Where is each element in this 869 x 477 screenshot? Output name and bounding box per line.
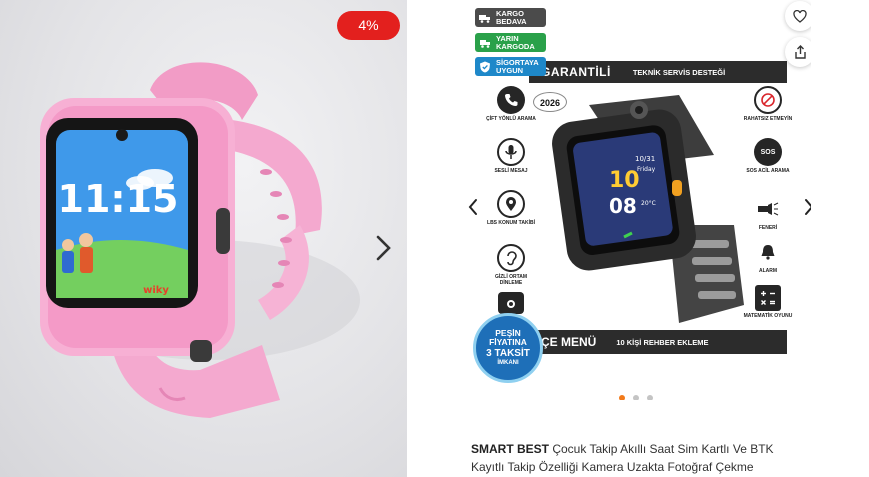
promo-line-1: PEŞİN FİYATINA [489,328,527,347]
feature-label: RAHATSIZ ETMEYİN [743,116,793,122]
heart-icon [793,9,807,23]
feature-ambient-listening: GİZLİ ORTAM DİNLEME [486,244,536,286]
product-image-carousel[interactable]: 10 08 10/31 Friday 20°C 2026 GARANTİLİ T… [459,0,811,400]
location-pin-icon [497,190,525,218]
carousel-dot[interactable] [633,395,639,400]
microphone-icon [497,138,525,166]
no-call-icon [754,86,782,114]
year-badge: 2026 [533,92,567,112]
shield-icon [480,61,490,72]
carousel-dot[interactable] [647,395,653,400]
feature-label: GİZLİ ORTAM DİNLEME [494,274,528,286]
chevron-right-icon[interactable] [374,235,394,261]
insurance-chip: SİGORTAYA UYGUN [475,57,546,76]
feature-two-way-call: ÇİFT YÖNLÜ ARAMA [486,86,536,122]
insurance-label: SİGORTAYA UYGUN [496,57,539,75]
product-comparison: 11:15 wiky 4% 10 08 10/31 Friday 20°C 20… [0,0,869,477]
next-day-shipping-label: YARIN KARGODA [496,33,535,51]
phone-icon [497,86,525,114]
watch-time-text: 11:15 [58,177,179,221]
installment-promo-badge: PEŞİN FİYATINA 3 TAKSİT İMKANI [473,313,543,383]
favorite-button[interactable] [785,1,811,31]
free-shipping-chip: KARGO BEDAVA [475,8,546,27]
feature-label: SOS ACİL ARAMA [746,168,790,174]
camera-icon [498,292,524,314]
feature-label: MATEMATİK OYUNU [743,313,793,319]
menu-banner: ÇE MENÜ 10 KİŞİ REHBER EKLEME [521,330,787,354]
promo-line-2: 3 TAKSİT [486,348,530,359]
pink-smartwatch-image: 11:15 wiky [40,62,360,418]
warranty-text: GARANTİLİ [541,65,611,79]
chevron-right-icon[interactable] [803,198,811,216]
next-day-shipping-chip: YARIN KARGODA [475,33,546,52]
sos-icon: SOS [754,138,782,166]
feature-alarm: ALARM [743,238,793,274]
feature-do-not-disturb: RAHATSIZ ETMEYİN [743,86,793,122]
feature-lbs-location: LBS KONUM TAKİBİ [486,190,536,226]
menu-text: ÇE MENÜ [541,335,597,349]
watch-date-text: 10/31 [635,155,655,163]
feature-label: FENERİ [758,225,778,231]
watch-screen-brand: wiky [143,285,169,296]
ear-icon [497,244,525,272]
discount-badge: 4% [337,11,400,40]
watch-minute-text: 08 [609,194,637,218]
calculator-icon [755,285,781,311]
carousel-dots [619,395,653,400]
watch-temp-text: 20°C [641,200,656,207]
contacts-text: 10 KİŞİ REHBER EKLEME [616,337,709,347]
feature-label: LBS KONUM TAKİBİ [487,220,535,226]
share-button[interactable] [785,37,811,67]
fast-truck-icon [480,39,490,48]
right-product-card[interactable]: 10 08 10/31 Friday 20°C 2026 GARANTİLİ T… [459,0,811,477]
flashlight-icon [754,195,782,223]
chevron-left-icon[interactable] [467,198,479,216]
left-product-image[interactable]: 11:15 wiky 4% [0,0,407,477]
feature-flashlight: FENERİ [743,195,793,231]
feature-sos-call: SOS SOS ACİL ARAMA [743,138,793,174]
watch-hour-text: 10 [609,168,640,193]
product-title[interactable]: SMART BEST Çocuk Takip Akıllı Saat Sim K… [471,440,806,476]
technical-support-text: TEKNİK SERVİS DESTEĞİ [632,67,726,77]
warranty-banner: GARANTİLİ TEKNİK SERVİS DESTEĞİ [529,61,787,83]
feature-label: ÇİFT YÖNLÜ ARAMA [486,116,536,122]
feature-label: ALARM [758,268,778,274]
watch-day-text: Friday [637,166,656,173]
feature-label: SESLİ MESAJ [494,168,528,174]
carousel-dot[interactable] [619,395,625,400]
alarm-bell-icon [754,238,782,266]
feature-voice-message: SESLİ MESAJ [486,138,536,174]
feature-math-game: MATEMATİK OYUNU [743,285,793,319]
truck-icon [479,14,490,23]
free-shipping-label: KARGO BEDAVA [496,8,527,26]
promo-line-3: İMKANI [497,360,519,366]
product-brand: SMART BEST [471,442,549,456]
black-kids-watch-image: 10 08 10/31 Friday 20°C [552,95,744,323]
share-icon [794,45,806,59]
